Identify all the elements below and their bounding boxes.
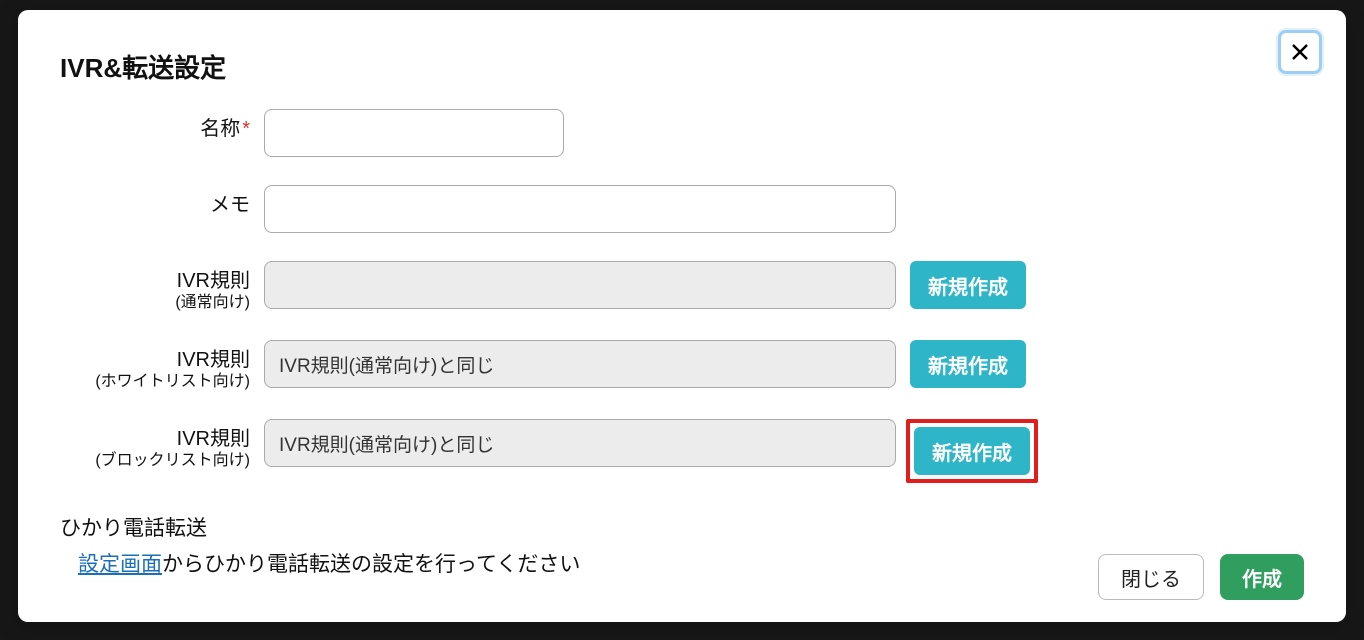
- ivr-whitelist-new-button[interactable]: 新規作成: [910, 340, 1026, 388]
- row-name: 名称*: [60, 109, 1304, 157]
- name-input[interactable]: [264, 109, 564, 157]
- ivr-transfer-modal: IVR&転送設定 名称* メモ IVR規則 (通常向け) 新規作成 IVR規則 …: [18, 10, 1346, 622]
- submit-button[interactable]: 作成: [1220, 554, 1304, 600]
- row-memo: メモ: [60, 185, 1304, 233]
- label-memo: メモ: [60, 185, 264, 217]
- memo-input[interactable]: [264, 185, 896, 233]
- hikari-rest-text: からひかり電話転送の設定を行ってください: [162, 553, 580, 576]
- close-button[interactable]: [1278, 30, 1322, 74]
- hikari-settings-link[interactable]: 設定画面: [78, 553, 162, 576]
- row-ivr-whitelist: IVR規則 (ホワイトリスト向け) IVR規則(通常向け)と同じ 新規作成: [60, 340, 1304, 391]
- ivr-blocklist-select[interactable]: IVR規則(通常向け)と同じ: [264, 419, 896, 467]
- label-name: 名称*: [60, 109, 264, 141]
- hikari-heading: ひかり電話転送: [60, 511, 1304, 547]
- highlight-box: 新規作成: [906, 419, 1038, 483]
- modal-footer: 閉じる 作成: [1098, 554, 1304, 600]
- required-mark: *: [242, 118, 250, 140]
- row-ivr-normal: IVR規則 (通常向け) 新規作成: [60, 261, 1304, 312]
- label-ivr-whitelist: IVR規則 (ホワイトリスト向け): [60, 340, 264, 391]
- ivr-blocklist-new-button[interactable]: 新規作成: [914, 427, 1030, 475]
- cancel-button[interactable]: 閉じる: [1098, 554, 1204, 600]
- label-ivr-normal: IVR規則 (通常向け): [60, 261, 264, 312]
- close-icon: [1290, 42, 1310, 62]
- row-ivr-blocklist: IVR規則 (ブロックリスト向け) IVR規則(通常向け)と同じ 新規作成: [60, 419, 1304, 483]
- ivr-normal-new-button[interactable]: 新規作成: [910, 261, 1026, 309]
- label-ivr-blocklist: IVR規則 (ブロックリスト向け): [60, 419, 264, 470]
- ivr-normal-select[interactable]: [264, 261, 896, 309]
- ivr-whitelist-select[interactable]: IVR規則(通常向け)と同じ: [264, 340, 896, 388]
- modal-title: IVR&転送設定: [60, 48, 1304, 85]
